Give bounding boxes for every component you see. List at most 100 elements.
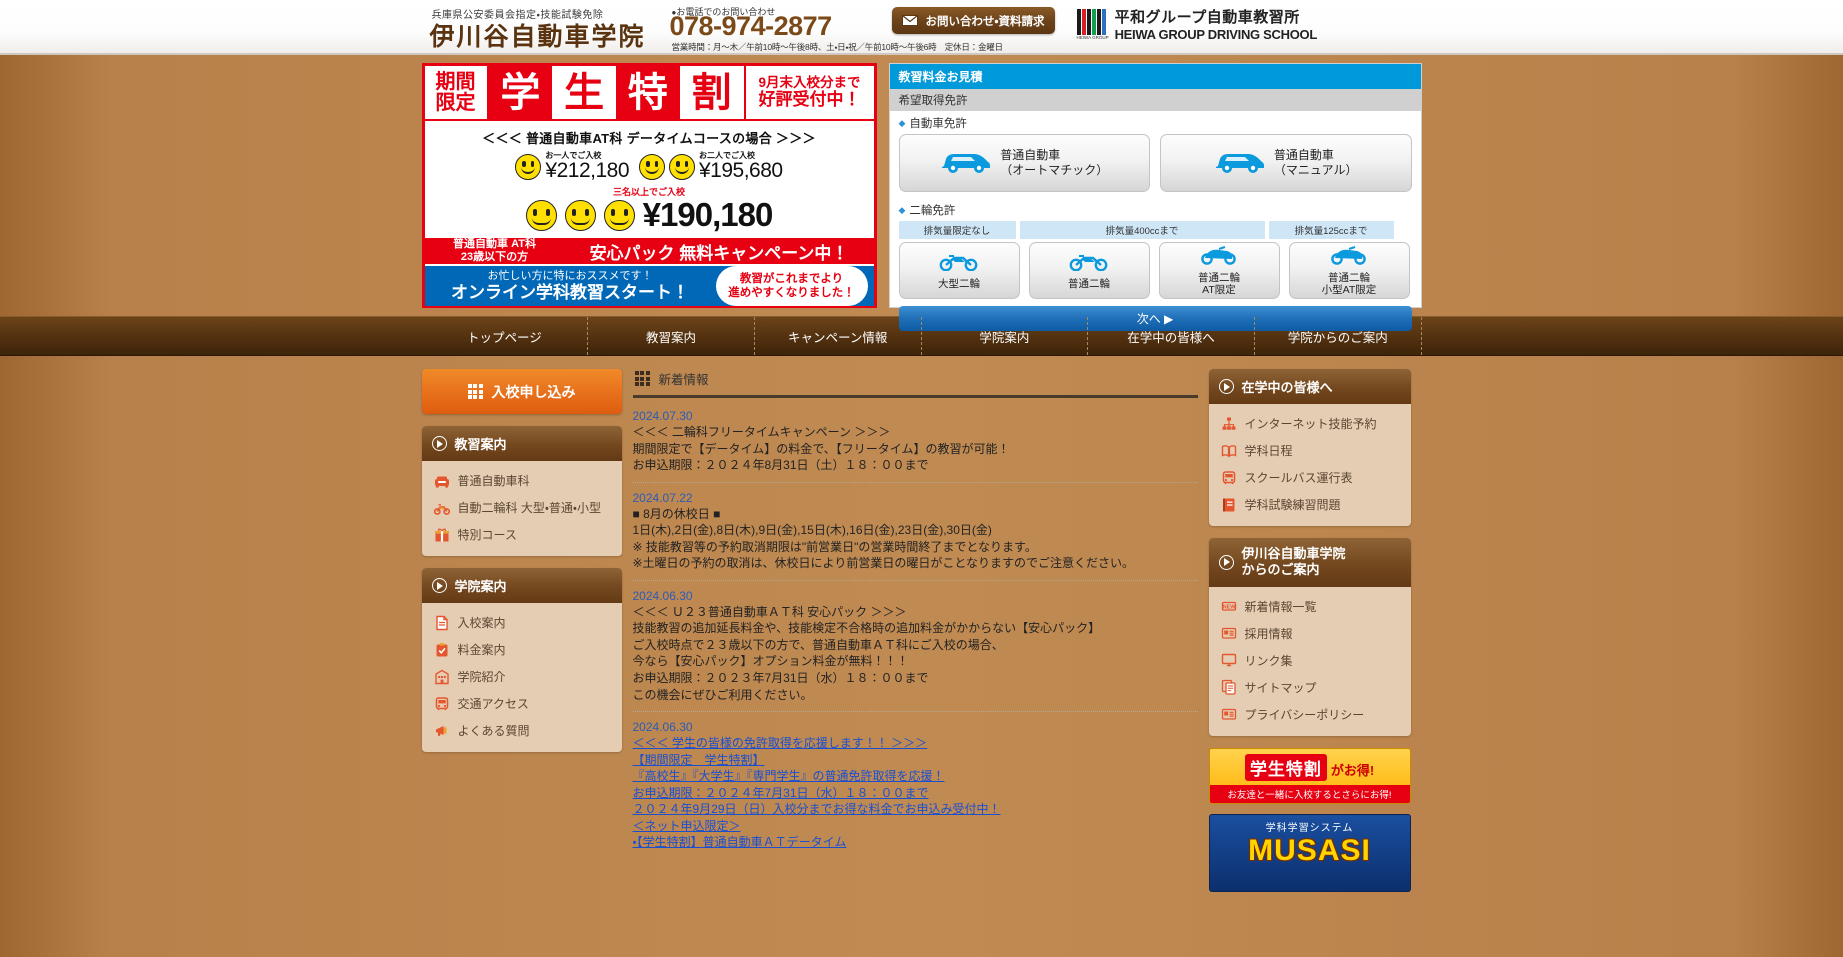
smiley-icon bbox=[564, 199, 596, 231]
sidebar-item-sitemap[interactable]: サイトマップ bbox=[1209, 674, 1411, 701]
nav-item-lessons[interactable]: 教習案内 bbox=[587, 317, 754, 355]
license-option-car-mt[interactable]: 普通自動車 （マニュアル） bbox=[1160, 134, 1412, 192]
hero-area: 期間 限定 学 生 特 割 9月末入校分まで 好評受付中！ ＜＜＜ 普通自動車A… bbox=[421, 55, 1422, 331]
car-icon bbox=[1214, 148, 1266, 179]
moto-license-options: 大型二輪 普通二輪 普通二輪 AT限定 普通二輪 小型AT限定 bbox=[890, 242, 1421, 306]
group-name-en: HEIWA GROUP DRIVING SCHOOL bbox=[1114, 27, 1318, 42]
building-icon bbox=[434, 669, 450, 685]
notebook-icon bbox=[1221, 497, 1237, 513]
play-circle-icon bbox=[1218, 554, 1234, 570]
sidebar-item-special-course[interactable]: 特別コース bbox=[422, 521, 622, 548]
sidebar-item-class-schedule[interactable]: 学科日程 bbox=[1209, 437, 1411, 464]
sidebar-item-practice-exam[interactable]: 学科試験練習問題 bbox=[1209, 491, 1411, 518]
news-line: 期間限定で【データイム】の料金で、【フリータイム】の教習が可能！ bbox=[632, 441, 1010, 456]
grid-icon bbox=[467, 384, 483, 399]
displacement-bar-125cc: 排気量125ccまで bbox=[1268, 221, 1394, 239]
license-option-normal-moto[interactable]: 普通二輪 bbox=[1028, 242, 1150, 299]
apply-admission-button[interactable]: 入校申し込み bbox=[421, 369, 622, 414]
news-link[interactable]: 『高校生』『大学生』『専門学生』の普通免許取得を応援！ bbox=[633, 768, 1198, 785]
news-link[interactable]: お申込期限：２０２４年7月31日（水）１８：００まで bbox=[633, 785, 1198, 802]
license-option-moto-at[interactable]: 普通二輪 AT限定 bbox=[1158, 242, 1280, 299]
motorcycle-icon bbox=[433, 500, 450, 516]
nav-item-campaign[interactable]: キャンペーン情報 bbox=[753, 317, 921, 355]
license-option-label: 普通二輪 AT限定 bbox=[1198, 271, 1240, 296]
group-name-block: 平和グループ自動車教習所 HEIWA GROUP DRIVING SCHOOL bbox=[1114, 6, 1318, 42]
moto-license-group-label: ◆ 二輪免許 bbox=[898, 204, 956, 218]
news-link[interactable]: ２０２４年9月29日（日）入校分までお得な料金でお申込み受付中！ bbox=[633, 801, 1198, 818]
sidebar-item-school-bus[interactable]: スクールバス運行表 bbox=[1209, 464, 1411, 491]
news-line: ＜＜＜ 二輪科フリータイムキャンペーン ＞＞＞ bbox=[632, 425, 891, 439]
sidebar-item-links[interactable]: リンク集 bbox=[1209, 647, 1411, 674]
displacement-bars: 排気量限定なし 排気量400ccまで 排気量125ccまで bbox=[890, 221, 1421, 242]
clipboard-check-icon bbox=[434, 642, 450, 658]
news-item: 2024.06.30 ＜＜＜ 学生の皆様の免許取得を応援します！！ ＞＞＞ 【期… bbox=[633, 720, 1198, 859]
sidebar-box-title: 伊川谷自動車学院 からのご案内 bbox=[1208, 538, 1411, 587]
smiley-icon bbox=[603, 199, 635, 231]
sidebar-item-access[interactable]: 交通アクセス bbox=[422, 690, 622, 717]
sidebar-item-privacy-policy[interactable]: プライバシーポリシー bbox=[1209, 701, 1411, 728]
sidebar-item-admission-guide[interactable]: 入校案内 bbox=[422, 609, 622, 636]
nav-item-students[interactable]: 在学中の皆様へ bbox=[1087, 317, 1254, 355]
scooter-icon bbox=[1329, 245, 1369, 270]
promo-course-line: ＜＜＜ 普通自動車AT科 データイムコースの場合 ＞＞＞ bbox=[482, 131, 816, 146]
sidebar-box-title: 在学中の皆様へ bbox=[1208, 369, 1411, 404]
bus-icon bbox=[434, 696, 450, 712]
news-line: ＜＜＜ Ｕ２３普通自動車ＡＴ科 安心パック ＞＞＞ bbox=[632, 604, 907, 619]
sidebar-box-announcements: 伊川谷自動車学院 からのご案内 NEW 新着情報一覧 採用情報 リンク集 サイト… bbox=[1208, 538, 1411, 736]
news-item: 2024.06.30 ＜＜＜ Ｕ２３普通自動車ＡＴ科 安心パック ＞＞＞ 技能教… bbox=[632, 589, 1198, 713]
play-circle-icon bbox=[431, 578, 447, 593]
play-circle-icon bbox=[431, 436, 447, 451]
new-badge-icon: NEW bbox=[1221, 598, 1237, 614]
news-line: ※土曜日の予約の取消は、休校日により前営業日の曜日がことなりますのでご注意くださ… bbox=[632, 556, 1134, 571]
banner-musasi-title: MUSASI bbox=[1248, 833, 1371, 867]
online-lecture-banner[interactable]: お忙しい方に特におススメです！ オンライン学科教習スタート！ 教習がこれまでより… bbox=[424, 264, 874, 307]
license-option-large-moto[interactable]: 大型二輪 bbox=[898, 242, 1020, 299]
nav-item-announcements[interactable]: 学院からのご案内 bbox=[1253, 317, 1422, 355]
contact-request-button[interactable]: お問い合わせ・資料請求 bbox=[891, 7, 1055, 34]
license-option-small-moto-at[interactable]: 普通二輪 小型AT限定 bbox=[1288, 242, 1410, 299]
news-line: 今なら【安心パック】オプション料金が無料！！！ bbox=[632, 654, 909, 669]
telephone-number: 078-974-2877 bbox=[669, 11, 833, 41]
page-content: 入校申し込み 教習案内 普通自動車科 自動二輪科 大型・普通・小型 特別コース … bbox=[421, 356, 1422, 892]
sidebar-item-fee-guide[interactable]: 料金案内 bbox=[422, 636, 622, 663]
nav-item-school-info[interactable]: 学院案内 bbox=[920, 317, 1088, 355]
news-link[interactable]: ・【学生特割】普通自動車ＡＴデータイム bbox=[633, 834, 1198, 851]
sidebar-item-ordinary-car[interactable]: 普通自動車科 bbox=[422, 467, 622, 494]
sidebar-item-news-list[interactable]: NEW 新着情報一覧 bbox=[1209, 593, 1411, 620]
sidebar-item-recruitment[interactable]: 採用情報 bbox=[1209, 620, 1411, 647]
news-link[interactable]: 【期間限定 学生特割】 bbox=[633, 752, 1198, 769]
price-one-person: お一人でご入校 ¥212,180 bbox=[515, 150, 629, 183]
student-discount-banner[interactable]: 期間 限定 学 生 特 割 9月末入校分まで 好評受付中！ ＜＜＜ 普通自動車A… bbox=[421, 63, 877, 308]
sidebar-item-faq[interactable]: よくある質問 bbox=[422, 717, 622, 744]
displacement-bar-400cc: 排気量400ccまで bbox=[1019, 221, 1265, 239]
promo-title-row: 期間 限定 学 生 特 割 9月末入校分まで 好評受付中！ bbox=[424, 66, 874, 121]
news-line: この機会にぜひご利用ください。 bbox=[632, 687, 813, 702]
promo-headline-chars: 学 生 特 割 bbox=[488, 66, 744, 119]
gift-icon bbox=[434, 527, 450, 543]
main-column: 新着情報 2024.07.30 ＜＜＜ 二輪科フリータイムキャンペーン ＞＞＞ … bbox=[632, 369, 1198, 892]
license-option-car-at[interactable]: 普通自動車 （オートマチック） bbox=[898, 134, 1150, 192]
nav-item-top[interactable]: トップページ bbox=[422, 317, 588, 355]
news-link[interactable]: ＜ネット申込限定＞ bbox=[633, 818, 1198, 835]
motorcycle-icon bbox=[939, 251, 979, 276]
sidebar-box-school-info: 学院案内 入校案内 料金案内 学院紹介 交通アクセス よくある質問 bbox=[421, 568, 622, 752]
scooter-icon bbox=[1199, 245, 1239, 270]
sidebar-box-lessons: 教習案内 普通自動車科 自動二輪科 大型・普通・小型 特別コース bbox=[421, 426, 622, 556]
play-circle-icon bbox=[1218, 379, 1234, 394]
banner-student-discount[interactable]: 学生特割 がお得! お友達と一緒に入校するとさらにお得! bbox=[1208, 747, 1411, 804]
news-link[interactable]: ＜＜＜ 学生の皆様の免許取得を応援します！！ ＞＞＞ bbox=[633, 735, 1198, 752]
group-name-jp: 平和グループ自動車教習所 bbox=[1114, 9, 1300, 26]
online-lecture-bubble: 教習がこれまでより 進めやすくなりました！ bbox=[715, 266, 868, 307]
license-option-label: 普通二輪 bbox=[1068, 277, 1110, 290]
sidebar-item-school-intro[interactable]: 学院紹介 bbox=[422, 663, 622, 690]
business-hours: 営業時間：月〜木／午前10時〜午後8時、土・日・祝／午前10時〜午後6時 定休日… bbox=[671, 42, 1004, 52]
car-license-group-label: ◆ 自動車免許 bbox=[898, 117, 967, 131]
right-sidebar: 在学中の皆様へ インターネット技能予約 学科日程 スクールバス運行表 学科試験練… bbox=[1208, 369, 1411, 892]
fee-estimate-panel: 教習料金お見積 希望取得免許 ◆ 自動車免許 普通自動車 （オートマチック） 普… bbox=[888, 63, 1422, 331]
banner-musasi[interactable]: 学科学習システム MUSASI bbox=[1208, 813, 1411, 892]
price-two-amount: ¥195,680 bbox=[699, 159, 783, 182]
sidebar-item-motorcycle[interactable]: 自動二輪科 大型・普通・小型 bbox=[422, 494, 622, 521]
sidebar-box-title: 教習案内 bbox=[421, 426, 622, 461]
anshin-pack-banner: 普通自動車 AT科 23歳以下の方 安心パック 無料キャンペーン中！ bbox=[424, 238, 874, 265]
sidebar-item-online-booking[interactable]: インターネット技能予約 bbox=[1209, 410, 1411, 437]
